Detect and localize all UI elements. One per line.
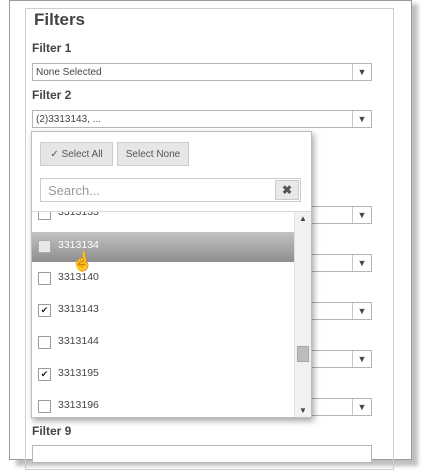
filter-2-select[interactable]: (2)3313143, ... ▼ — [32, 110, 372, 128]
list-item[interactable]: ✔ 3313195 — [32, 360, 294, 390]
options-list: 3313133 3313134 3313140 ✔ 3313143 331314… — [32, 212, 294, 417]
option-label: 3313133 — [58, 212, 99, 218]
clear-search-button[interactable]: ✖ — [275, 180, 299, 200]
filter-9-select[interactable] — [32, 445, 372, 463]
option-label: 3313143 — [58, 303, 99, 315]
scroll-down-icon[interactable]: ▼ — [295, 406, 311, 415]
checkbox[interactable] — [38, 400, 51, 413]
filter-1-value: None Selected — [36, 67, 102, 78]
search-field[interactable]: Search... ✖ — [40, 178, 301, 202]
list-item[interactable]: ✔ 3313143 — [32, 296, 294, 326]
chevron-down-icon: ▼ — [352, 207, 371, 223]
checkbox[interactable] — [38, 272, 51, 285]
option-label: 3313134 — [58, 239, 99, 251]
select-all-button[interactable]: ✓ Select All — [40, 142, 113, 166]
checkbox[interactable] — [38, 336, 51, 349]
chevron-down-icon: ▼ — [352, 255, 371, 271]
search-placeholder: Search... — [48, 183, 101, 198]
checkbox-checked[interactable]: ✔ — [38, 368, 51, 381]
scroll-thumb[interactable] — [297, 346, 309, 362]
checkbox[interactable] — [38, 240, 51, 253]
list-item[interactable]: 3313133 — [32, 212, 294, 229]
option-label: 3313144 — [58, 335, 99, 347]
hand-cursor-icon: ☝ — [69, 250, 95, 274]
vertical-scrollbar[interactable]: ▲ ▼ — [294, 212, 311, 417]
checkbox[interactable] — [38, 212, 51, 220]
chevron-down-icon: ▼ — [352, 399, 371, 415]
filter-2-label: Filter 2 — [32, 88, 72, 102]
checkbox-checked[interactable]: ✔ — [38, 304, 51, 317]
filter-2-value: (2)3313143, ... — [36, 114, 102, 125]
list-item[interactable]: 3313196 — [32, 392, 294, 417]
filters-legend: Filters — [32, 10, 88, 30]
filter-9-label: Filter 9 — [32, 424, 72, 438]
scroll-up-icon[interactable]: ▲ — [295, 214, 311, 223]
chevron-down-icon: ▼ — [352, 303, 371, 319]
list-item[interactable]: 3313144 — [32, 328, 294, 358]
option-label: 3313196 — [58, 399, 99, 411]
filter-1-label: Filter 1 — [32, 41, 72, 55]
select-none-button[interactable]: Select None — [117, 142, 189, 166]
filter-1-select[interactable]: None Selected ▼ — [32, 63, 372, 81]
chevron-down-icon: ▼ — [352, 64, 371, 80]
option-label: 3313195 — [58, 367, 99, 379]
chevron-down-icon: ▼ — [352, 111, 371, 127]
chevron-down-icon: ▼ — [352, 351, 371, 367]
